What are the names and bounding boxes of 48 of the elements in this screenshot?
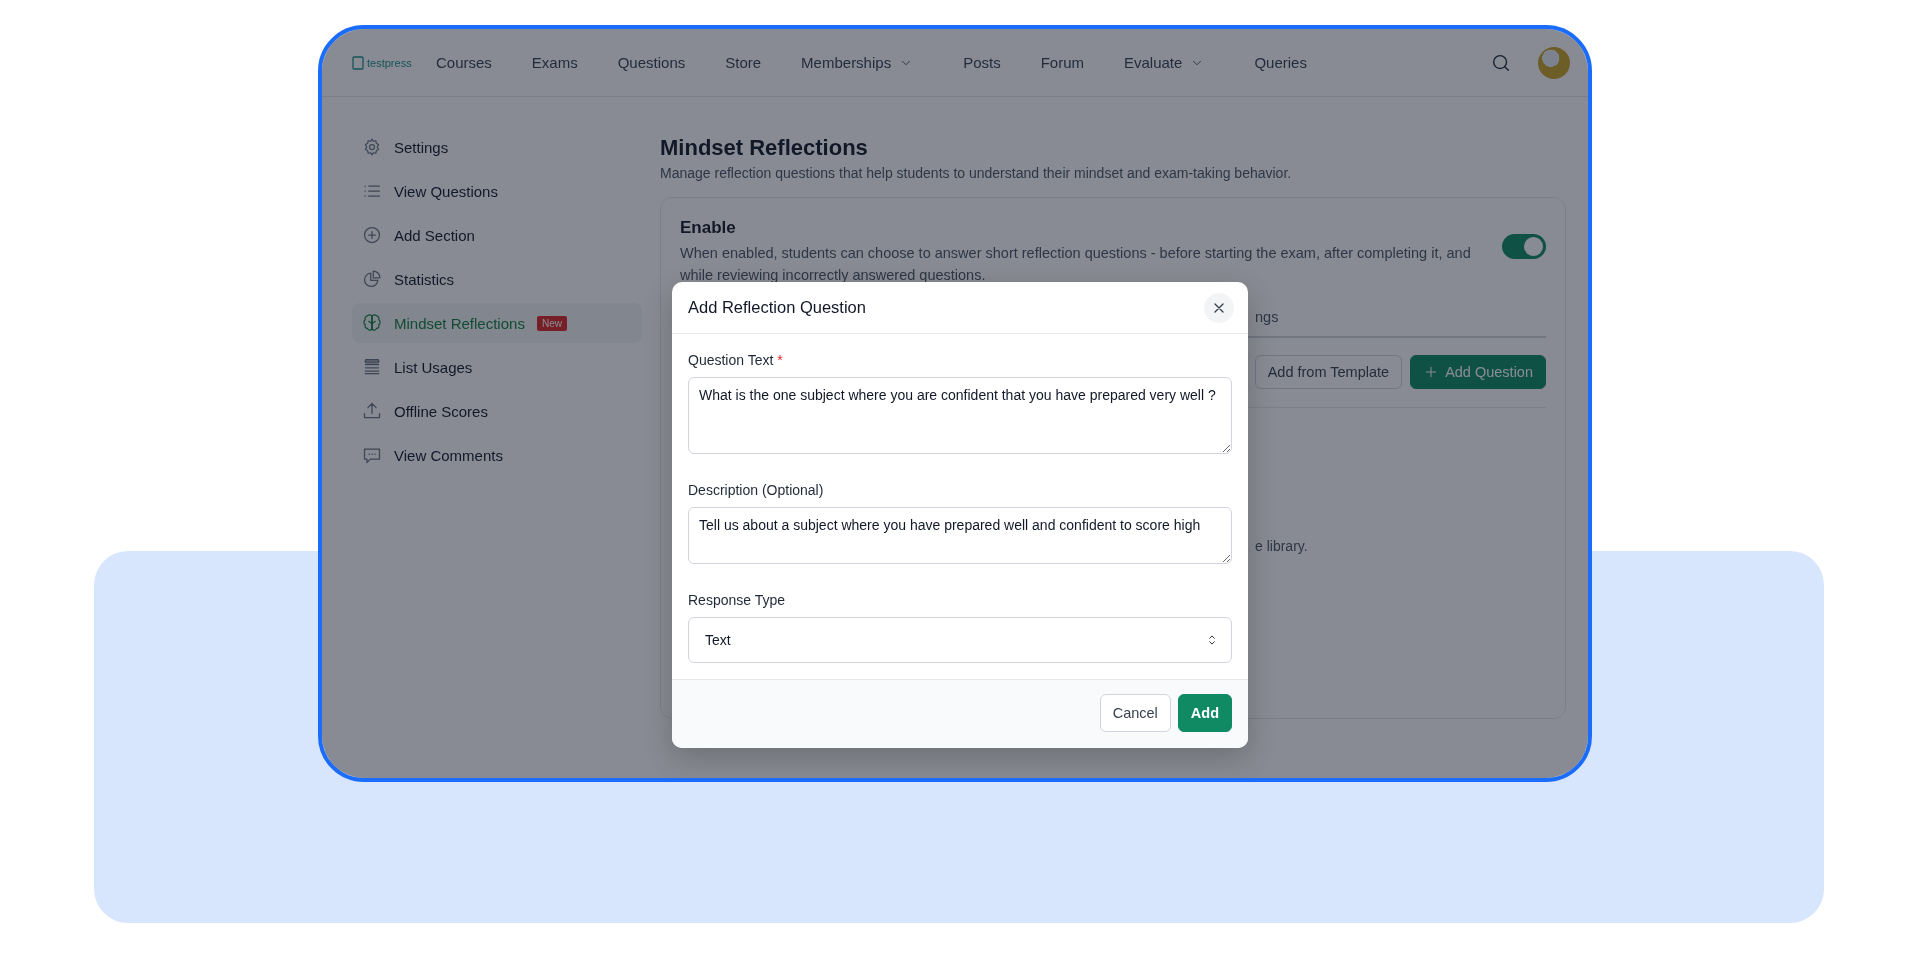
field-label: Response Type — [688, 592, 787, 608]
sidebar-item[interactable]: Statistics — [352, 259, 642, 299]
enable-toggle[interactable] — [1502, 234, 1546, 259]
nav-link[interactable]: Queries — [1254, 54, 1307, 71]
upload-icon — [362, 401, 382, 421]
pie-chart-icon — [362, 269, 382, 289]
tab-label[interactable]: ngs — [1255, 309, 1279, 325]
logo[interactable]: testpress — [352, 55, 436, 70]
add-button[interactable]: Add — [1177, 694, 1232, 732]
empty-state-text: e library. — [1255, 538, 1309, 554]
close-button[interactable] — [1204, 292, 1234, 323]
logo-text: testpress — [367, 56, 412, 69]
page-subtitle: Manage reflection questions that help students to understand their mindset and exam-taking behavior. — [660, 165, 1293, 181]
nav-link[interactable]: Memberships — [801, 54, 914, 71]
brain-icon — [362, 313, 382, 333]
stack-icon — [362, 357, 382, 377]
select-field[interactable]: Text — [688, 617, 1232, 663]
nav-link[interactable]: Questions — [617, 54, 686, 71]
plus-circle-icon — [362, 225, 382, 245]
required-mark: * — [777, 352, 783, 368]
template-button[interactable]: Add from Template — [1254, 355, 1403, 389]
page-title: Mindset Reflections — [660, 135, 869, 161]
sidebar-item[interactable]: Mindset Reflections New — [352, 303, 642, 343]
sidebar-item[interactable]: Offline Scores — [352, 391, 642, 431]
sidebar-item[interactable]: List Usages — [352, 347, 642, 387]
add-question-button[interactable]: Add Question — [1410, 355, 1546, 389]
field-label: Question Text * — [688, 352, 784, 368]
text-area[interactable]: Tell us about a subject where you have prepared well and confident to score high — [688, 507, 1232, 564]
sidebar-item[interactable]: Add Section — [352, 215, 642, 255]
section-title: Enable — [680, 218, 737, 238]
modal-title: Add Reflection Question — [688, 298, 866, 317]
sidebar-item[interactable]: View Questions — [352, 171, 642, 211]
nav-link[interactable]: Courses — [436, 54, 492, 71]
avatar[interactable] — [1538, 46, 1570, 79]
sidebar-item[interactable]: Settings — [352, 127, 642, 167]
document-icon — [352, 55, 364, 70]
nav-link[interactable]: Forum — [1040, 54, 1084, 71]
gear-icon — [362, 137, 382, 157]
nav-link[interactable]: Posts — [963, 54, 1001, 71]
section-description: When enabled, students can choose to answer short reflection questions - before starting the exam, after completing it, and while reviewing incorrectly answered questions. — [680, 244, 1472, 285]
nav-link[interactable]: Exams — [531, 54, 578, 71]
cancel-button[interactable]: Cancel — [1099, 694, 1171, 732]
nav-link[interactable]: Evaluate — [1124, 54, 1205, 71]
text-area[interactable]: What is the one subject where you are confident that you have prepared very well ? — [688, 377, 1232, 454]
field-label: Description (Optional) — [688, 482, 825, 498]
new-badge: New — [536, 315, 567, 331]
nav-link[interactable]: Store — [725, 54, 762, 71]
sidebar-item[interactable]: View Comments — [352, 435, 642, 475]
